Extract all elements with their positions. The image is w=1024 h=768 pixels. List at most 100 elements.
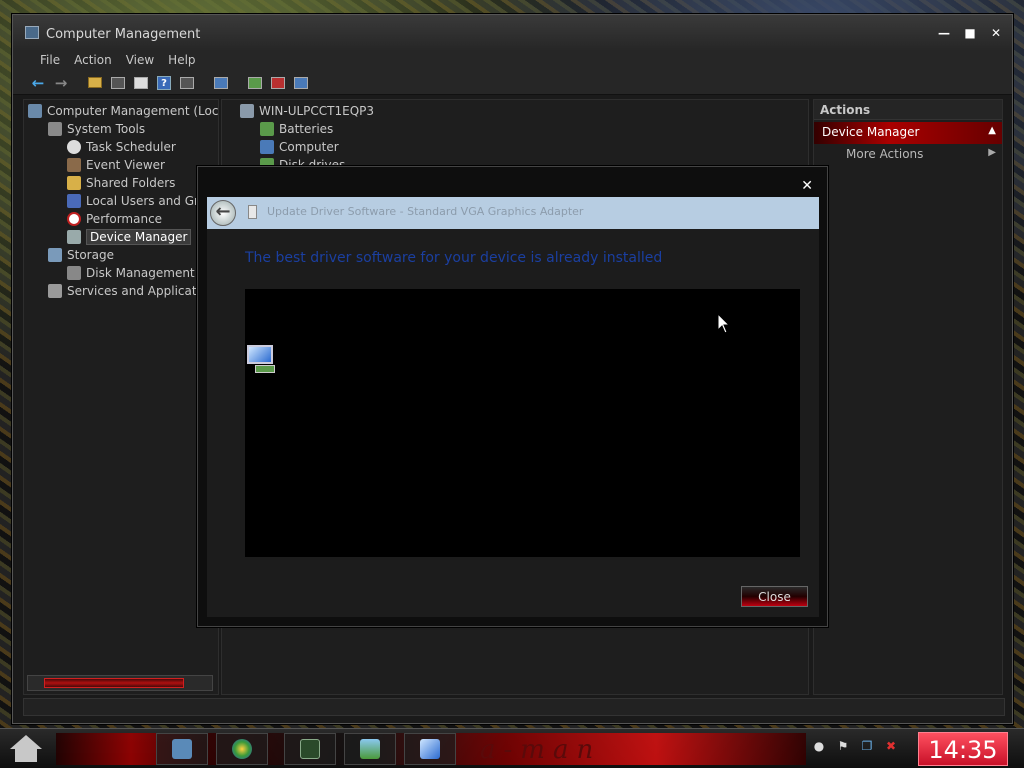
update-driver-icon[interactable] <box>246 75 264 91</box>
menu-action[interactable]: Action <box>67 51 119 71</box>
taskbar: a-man ● ⚑ ❐ ✖ 14:35 <box>0 728 1024 768</box>
tree-label: Performance <box>86 212 163 226</box>
display-adapter-icon <box>245 345 277 375</box>
volume-muted-icon[interactable]: ✖ <box>884 739 898 753</box>
tree-disk-management[interactable]: Disk Management <box>67 264 195 282</box>
tree-services-applications[interactable]: Services and Applicatio <box>48 282 207 300</box>
result-message: The best driver software for your device… <box>245 250 663 266</box>
show-hide-action-pane-icon[interactable] <box>178 75 196 91</box>
taskbar-app-calculator[interactable] <box>284 733 336 765</box>
taskbar-decoration-text: a-man <box>480 735 602 765</box>
tree-label: Computer Management (Loca <box>47 104 219 118</box>
close-button[interactable]: ✕ <box>990 27 1002 39</box>
back-button[interactable]: ← <box>210 200 236 226</box>
tree-event-viewer[interactable]: Event Viewer <box>67 156 165 174</box>
scrollbar-thumb[interactable] <box>44 678 184 688</box>
menu-file[interactable]: File <box>33 51 67 71</box>
tree-computer-management[interactable]: Computer Management (Loca <box>28 102 219 120</box>
tree-storage[interactable]: Storage <box>48 246 114 264</box>
tree-shared-folders[interactable]: Shared Folders <box>67 174 175 192</box>
status-bar <box>23 698 1005 716</box>
scan-hardware-icon[interactable] <box>212 75 230 91</box>
clock-icon <box>67 140 81 154</box>
tree-local-users[interactable]: Local Users and Gro <box>67 192 206 210</box>
help-icon[interactable]: ? <box>155 75 173 91</box>
tree-label: System Tools <box>67 122 146 136</box>
computer-management-icon <box>25 26 39 39</box>
dialog-header: ← Update Driver Software - Standard VGA … <box>207 197 819 229</box>
device-manager-icon <box>420 739 440 759</box>
battery-icon <box>260 122 274 136</box>
tree-task-scheduler[interactable]: Task Scheduler <box>67 138 176 156</box>
tree-label: Batteries <box>279 122 334 136</box>
enable-device-icon[interactable] <box>292 75 310 91</box>
tree-horizontal-scrollbar[interactable] <box>27 675 213 691</box>
tree-label: Disk Management <box>86 266 195 280</box>
actions-section-label: Device Manager <box>822 125 920 139</box>
taskbar-app-explorer[interactable] <box>156 733 208 765</box>
calculator-icon <box>300 739 320 759</box>
menu-bar: File Action View Help <box>13 51 1012 71</box>
shared-folder-icon <box>67 176 81 190</box>
file-explorer-icon <box>172 739 192 759</box>
menu-view[interactable]: View <box>119 51 161 71</box>
performance-icon <box>67 212 81 226</box>
event-viewer-icon <box>67 158 81 172</box>
uninstall-icon[interactable] <box>269 75 287 91</box>
system-tray: ● ⚑ ❐ ✖ <box>812 739 898 753</box>
tree-label: Shared Folders <box>86 176 176 190</box>
taskbar-app-device-manager[interactable] <box>404 733 456 765</box>
dialog-title: Update Driver Software - Standard VGA Gr… <box>267 205 584 218</box>
more-actions[interactable]: More Actions ▶ <box>814 144 1002 164</box>
toolbar: ← → ? <box>13 71 1012 95</box>
dialog-body: ← Update Driver Software - Standard VGA … <box>207 197 819 617</box>
home-icon <box>10 735 42 749</box>
tree-device-manager[interactable]: Device Manager <box>67 228 192 246</box>
console-tree-pane: Computer Management (Loca System Tools T… <box>23 99 219 695</box>
minimize-button[interactable]: — <box>938 27 950 39</box>
computer-icon <box>240 104 254 118</box>
folder-up-icon[interactable] <box>86 75 104 91</box>
device-tree-root[interactable]: WIN-ULPCCT1EQP3 <box>240 102 374 120</box>
device-icon <box>248 205 257 219</box>
clock[interactable]: 14:35 <box>918 732 1008 766</box>
actions-device-manager[interactable]: Device Manager ▲ <box>814 122 1002 144</box>
dialog-close-icon[interactable]: ✕ <box>801 178 813 194</box>
tree-label: Task Scheduler <box>86 140 176 154</box>
action-center-flag-icon[interactable]: ⚑ <box>836 739 850 753</box>
menu-help[interactable]: Help <box>161 51 202 71</box>
computer-icon <box>260 140 274 154</box>
tree-system-tools[interactable]: System Tools <box>48 120 145 138</box>
mouse-cursor-icon <box>717 313 731 334</box>
start-button[interactable] <box>6 731 46 767</box>
dot-icon[interactable]: ● <box>812 739 826 753</box>
collapse-arrow-icon[interactable]: ▲ <box>988 125 996 136</box>
tree-label: Computer <box>279 140 339 154</box>
device-tree-computer[interactable]: Computer <box>260 138 339 156</box>
more-actions-label: More Actions <box>846 147 924 161</box>
tree-label: WIN-ULPCCT1EQP3 <box>259 104 375 118</box>
windows-orb-icon <box>232 739 252 759</box>
actions-pane: Actions Device Manager ▲ More Actions ▶ <box>813 99 1003 695</box>
show-hide-tree-icon[interactable] <box>109 75 127 91</box>
storage-icon <box>48 248 62 262</box>
properties-icon[interactable] <box>132 75 150 91</box>
maximize-button[interactable]: ■ <box>964 27 976 39</box>
close-dialog-button[interactable]: Close <box>741 586 808 607</box>
update-driver-dialog: ✕ ← Update Driver Software - Standard VG… <box>197 166 828 627</box>
taskbar-app-windows[interactable] <box>216 733 268 765</box>
back-arrow-icon[interactable]: ← <box>29 74 47 92</box>
tree-label: Storage <box>67 248 114 262</box>
title-bar[interactable]: Computer Management — ■ ✕ <box>13 15 1012 51</box>
forward-arrow-icon[interactable]: → <box>52 74 70 92</box>
device-manager-icon <box>67 230 81 244</box>
network-icon[interactable]: ❐ <box>860 739 874 753</box>
taskbar-app-image-viewer[interactable] <box>344 733 396 765</box>
submenu-arrow-icon: ▶ <box>988 147 996 158</box>
computer-management-icon <box>28 104 42 118</box>
device-tree-batteries[interactable]: Batteries <box>260 120 333 138</box>
tree-label: Services and Applicatio <box>67 284 208 298</box>
tree-performance[interactable]: Performance <box>67 210 162 228</box>
tree-label: Event Viewer <box>86 158 165 172</box>
window-title: Computer Management <box>46 27 201 42</box>
